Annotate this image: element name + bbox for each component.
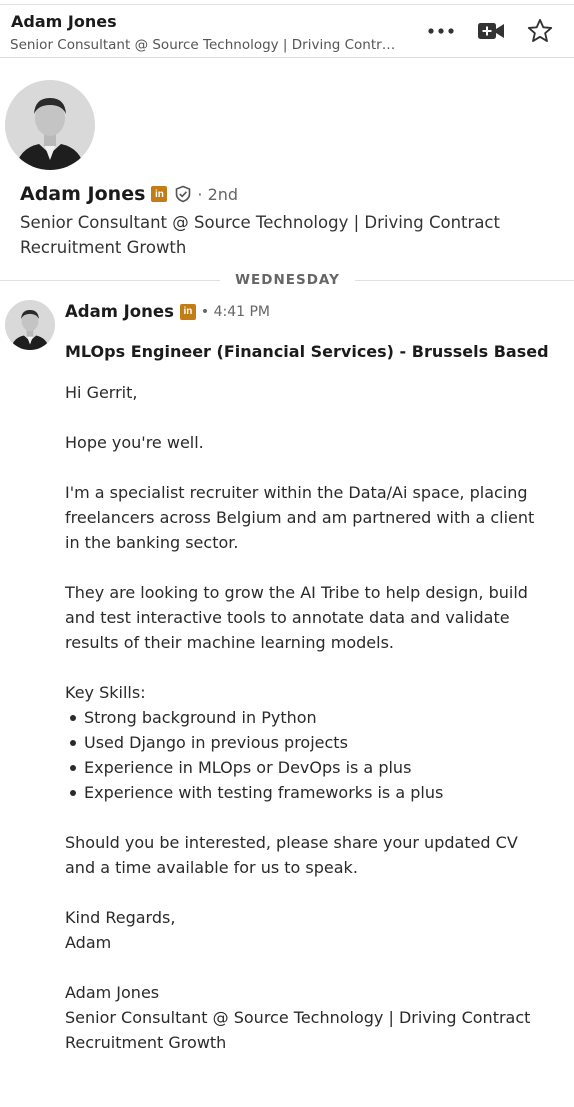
day-divider-label: WEDNESDAY <box>235 272 340 288</box>
divider-line-right <box>355 280 574 281</box>
profile-avatar[interactable] <box>5 80 95 170</box>
message-greeting: Hi Gerrit, <box>65 383 138 402</box>
star-icon <box>527 18 553 42</box>
video-camera-icon <box>478 23 504 39</box>
profile-name-text[interactable]: Adam Jones <box>20 183 145 205</box>
person-photo-icon <box>5 80 95 170</box>
verified-shield-icon <box>174 185 192 203</box>
message-body: Hi Gerrit, Hope you're well. I'm a speci… <box>65 380 535 1055</box>
message-signoff-name: Adam <box>65 933 112 952</box>
skills-list-item: Strong background in Python <box>65 705 535 730</box>
skills-list: Strong background in Python Used Django … <box>65 705 535 805</box>
skills-list-item: Experience with testing frameworks is a … <box>65 780 535 805</box>
header-contact-headline: Senior Consultant @ Source Technology | … <box>10 37 400 53</box>
skills-list-item: Used Django in previous projects <box>65 730 535 755</box>
profile-headline: Senior Consultant @ Source Technology | … <box>20 213 500 257</box>
skills-heading: Key Skills: <box>65 683 146 702</box>
message-paragraph: I'm a specialist recruiter within the Da… <box>65 483 535 552</box>
signature-title: Senior Consultant @ Source Technology | … <box>65 1008 531 1052</box>
signature-name: Adam Jones <box>65 983 160 1002</box>
message-timestamp: • 4:41 PM <box>200 303 271 320</box>
conversation-header: Adam Jones Senior Consultant @ Source Te… <box>0 4 574 58</box>
message-paragraph: Hope you're well. <box>65 433 204 452</box>
message-paragraph: Should you be interested, please share y… <box>65 833 518 877</box>
more-horizontal-icon <box>428 28 454 34</box>
skills-list-item: Experience in MLOps or DevOps is a plus <box>65 755 535 780</box>
message-sender: Adam Jones in • 4:41 PM <box>65 302 270 321</box>
video-call-button[interactable] <box>475 15 507 47</box>
more-options-button[interactable] <box>425 15 457 47</box>
linkedin-premium-icon: in <box>179 303 196 320</box>
linkedin-premium-icon: in <box>151 186 168 202</box>
profile-name: Adam Jones in · 2nd <box>20 183 238 205</box>
message-subject: MLOps Engineer (Financial Services) - Br… <box>65 342 549 361</box>
person-photo-icon <box>5 300 55 350</box>
star-conversation-button[interactable] <box>524 15 556 47</box>
message-paragraph: They are looking to grow the AI Tribe to… <box>65 583 528 652</box>
divider-line-left <box>0 280 220 281</box>
message-signoff: Kind Regards, <box>65 908 176 927</box>
sender-avatar[interactable] <box>5 300 55 350</box>
message-sender-name[interactable]: Adam Jones <box>65 302 174 321</box>
header-contact-name[interactable]: Adam Jones <box>11 12 117 31</box>
connection-degree: · 2nd <box>197 184 239 204</box>
